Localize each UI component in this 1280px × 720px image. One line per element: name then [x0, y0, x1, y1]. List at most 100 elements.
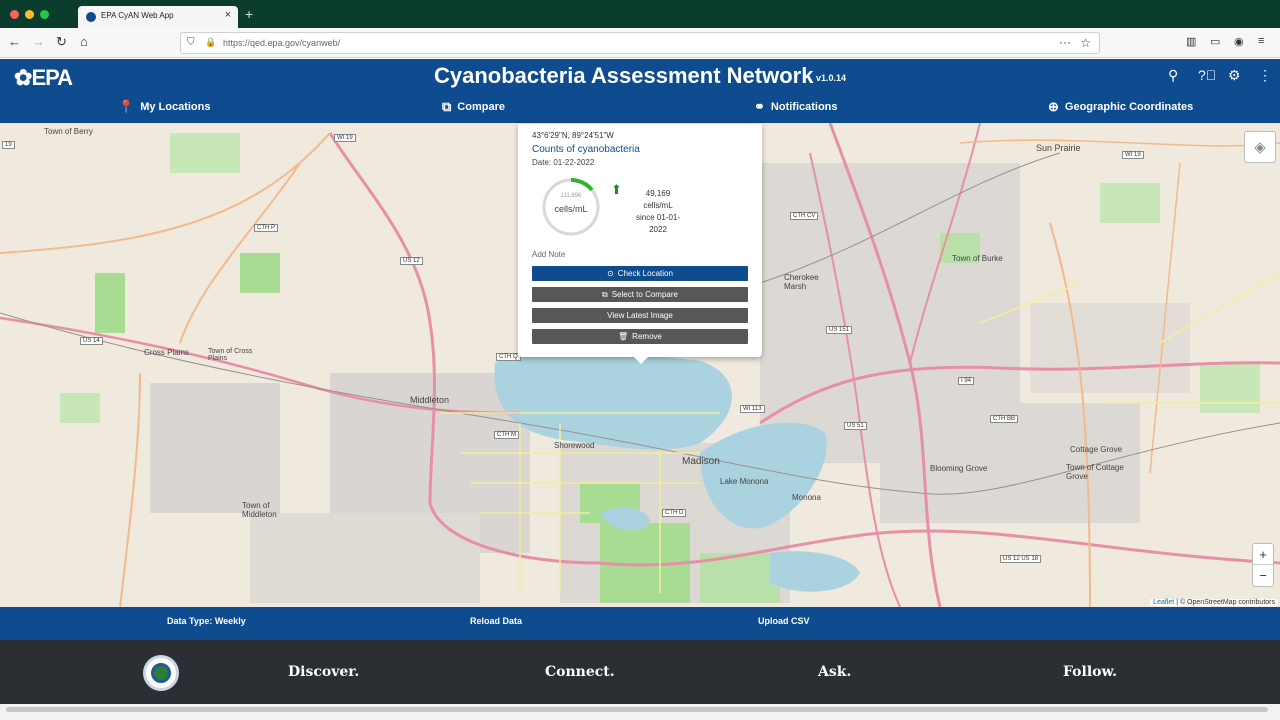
- map-label: Blooming Grove: [930, 464, 988, 473]
- road-shield: US 151: [826, 326, 853, 334]
- nav-notifications[interactable]: ⚭ Notifications: [754, 99, 838, 115]
- road-shield: US 12: [400, 257, 423, 265]
- data-type-toggle[interactable]: Data Type: Weekly: [167, 616, 246, 626]
- location-popup: 43°6'29"N, 89°24'51"W Counts of cyanobac…: [518, 124, 762, 357]
- count-summary: 49,169 cells/mL since 01-01-2022: [628, 188, 688, 236]
- road-shield: CTH BB: [990, 415, 1019, 423]
- epa-logo-text: EPA: [31, 65, 73, 90]
- url-text[interactable]: https://qed.epa.gov/cyanweb/: [223, 38, 340, 48]
- upload-csv-button[interactable]: Upload CSV: [758, 616, 810, 626]
- remove-button[interactable]: 🗑 Remove: [532, 329, 748, 344]
- browser-tab[interactable]: EPA CyAN Web App ×: [78, 6, 238, 28]
- notifications-icon: ⚭: [754, 99, 765, 114]
- road-shield: CTH Q: [496, 353, 521, 361]
- leaflet-link[interactable]: Leaflet: [1153, 599, 1174, 606]
- layers-icon: ◈: [1254, 139, 1266, 156]
- map-label: Lake Monona: [720, 477, 769, 486]
- osm-attribution[interactable]: | © OpenStreetMap contributors: [1176, 599, 1275, 606]
- tracking-shield-icon[interactable]: ⛉: [187, 37, 195, 48]
- map-label: Town of Cross Plains: [208, 348, 253, 362]
- tab-close-icon[interactable]: ×: [225, 9, 231, 21]
- gauge-unit: cells/mL: [554, 204, 588, 214]
- bookmark-star-icon[interactable]: ☆: [1080, 36, 1091, 50]
- road-shield: CTH M: [494, 431, 519, 439]
- count-unit: cells/mL: [643, 201, 673, 210]
- select-to-compare-button[interactable]: ⧉ Select to Compare: [532, 287, 748, 302]
- epa-logo[interactable]: ✿EPA: [14, 65, 73, 91]
- app-title: Cyanobacteria Assessment Network: [434, 63, 814, 88]
- popup-title: Counts of cyanobacteria: [532, 144, 640, 155]
- reload-icon[interactable]: ↻: [56, 34, 67, 50]
- footer-connect-link[interactable]: Connect.: [545, 664, 615, 680]
- nav-compare[interactable]: ⧉ Compare: [442, 99, 505, 115]
- app-version: v1.0.14: [816, 73, 847, 83]
- tab-title: EPA CyAN Web App: [101, 11, 174, 20]
- road-shield: CTH D: [662, 509, 687, 517]
- back-arrow-icon[interactable]: ←: [8, 34, 21, 49]
- map-label: Town of Middleton: [242, 501, 277, 519]
- popup-date: Date: 01-22-2022: [532, 158, 595, 167]
- map-label: Town of Berry: [44, 127, 93, 136]
- window-zoom-dot[interactable]: [40, 10, 49, 19]
- compare-icon: ⧉: [602, 289, 608, 299]
- more-icon[interactable]: ⋮: [1258, 67, 1272, 84]
- check-location-button[interactable]: ⊙ Check Location: [532, 266, 748, 281]
- layers-control[interactable]: ◈: [1244, 131, 1276, 163]
- library-icon[interactable]: ▥: [1186, 35, 1196, 48]
- epa-seal-icon[interactable]: [143, 655, 179, 691]
- account-icon[interactable]: ◉: [1234, 35, 1244, 48]
- add-note-link[interactable]: Add Note: [532, 250, 565, 259]
- map-label: Cross Plains: [144, 348, 189, 357]
- nav-compare-label: Compare: [457, 101, 505, 113]
- scrollbar-thumb[interactable]: [6, 707, 1268, 712]
- popup-coordinates: 43°6'29"N, 89°24'51"W: [532, 131, 614, 140]
- zoom-in-button[interactable]: +: [1253, 544, 1273, 565]
- reload-data-button[interactable]: Reload Data: [470, 616, 522, 626]
- footer-follow-link[interactable]: Follow.: [1063, 664, 1117, 680]
- view-latest-image-label: View Latest Image: [607, 311, 673, 320]
- home-icon[interactable]: ⌂: [80, 34, 88, 49]
- sidebar-icon[interactable]: ▭: [1210, 35, 1220, 48]
- location-check-icon: ⊙: [607, 269, 614, 278]
- plus-circle-icon: ⊕: [1048, 99, 1059, 114]
- nav-notifications-label: Notifications: [770, 101, 838, 113]
- remove-label: Remove: [632, 332, 662, 341]
- browser-tab-bar: EPA CyAN Web App × +: [0, 0, 1280, 28]
- menu-icon[interactable]: ≡: [1258, 35, 1264, 47]
- page-actions-icon[interactable]: ···: [1059, 35, 1071, 49]
- popup-pointer: [633, 356, 649, 364]
- trash-icon: 🗑: [618, 332, 629, 341]
- lock-icon[interactable]: 🔒: [205, 37, 216, 48]
- nav-my-locations-label: My Locations: [140, 101, 211, 113]
- help-icon[interactable]: ?⃝: [1198, 67, 1216, 83]
- search-icon[interactable]: ⚲: [1168, 67, 1178, 84]
- road-shield: CTH P: [254, 224, 278, 232]
- road-shield: WI 113: [740, 405, 765, 413]
- zoom-out-button[interactable]: −: [1253, 565, 1273, 586]
- footer-discover-link[interactable]: Discover.: [288, 664, 359, 680]
- footer-ask-link[interactable]: Ask.: [818, 664, 851, 680]
- road-shield: 19: [2, 141, 15, 149]
- map-label: Madison: [682, 456, 720, 467]
- browser-nav-bar: ← → ↻ ⌂ ⛉ 🔒 https://qed.epa.gov/cyanweb/…: [0, 28, 1280, 58]
- check-location-label: Check Location: [617, 269, 673, 278]
- nav-geo-coords[interactable]: ⊕ Geographic Coordinates: [1048, 99, 1193, 115]
- map-label: Sun Prairie: [1036, 143, 1081, 153]
- count-since: since 01-01-2022: [635, 213, 681, 234]
- compare-icon: ⧉: [442, 99, 452, 114]
- horizontal-scrollbar[interactable]: [0, 704, 1280, 720]
- view-latest-image-button[interactable]: View Latest Image: [532, 308, 748, 323]
- address-bar[interactable]: ⛉ 🔒 https://qed.epa.gov/cyanweb/ ··· ☆: [180, 32, 1100, 54]
- nav-my-locations[interactable]: 📍 My Locations: [118, 99, 210, 115]
- status-bar: Data Type: Weekly Reload Data Upload CSV: [0, 607, 1280, 640]
- count-value: 49,169: [645, 189, 671, 198]
- gear-icon[interactable]: ⚙: [1228, 67, 1241, 84]
- new-tab-icon[interactable]: +: [245, 6, 253, 22]
- forward-arrow-icon[interactable]: →: [32, 34, 45, 49]
- window-close-dot[interactable]: [10, 10, 19, 19]
- road-shield: CTH CV: [790, 212, 819, 220]
- footer: Discover. Connect. Ask. Follow.: [0, 640, 1280, 704]
- nav-geo-coords-label: Geographic Coordinates: [1064, 101, 1194, 113]
- map-label: Town of Cottage Grove: [1066, 463, 1124, 481]
- window-minimize-dot[interactable]: [25, 10, 34, 19]
